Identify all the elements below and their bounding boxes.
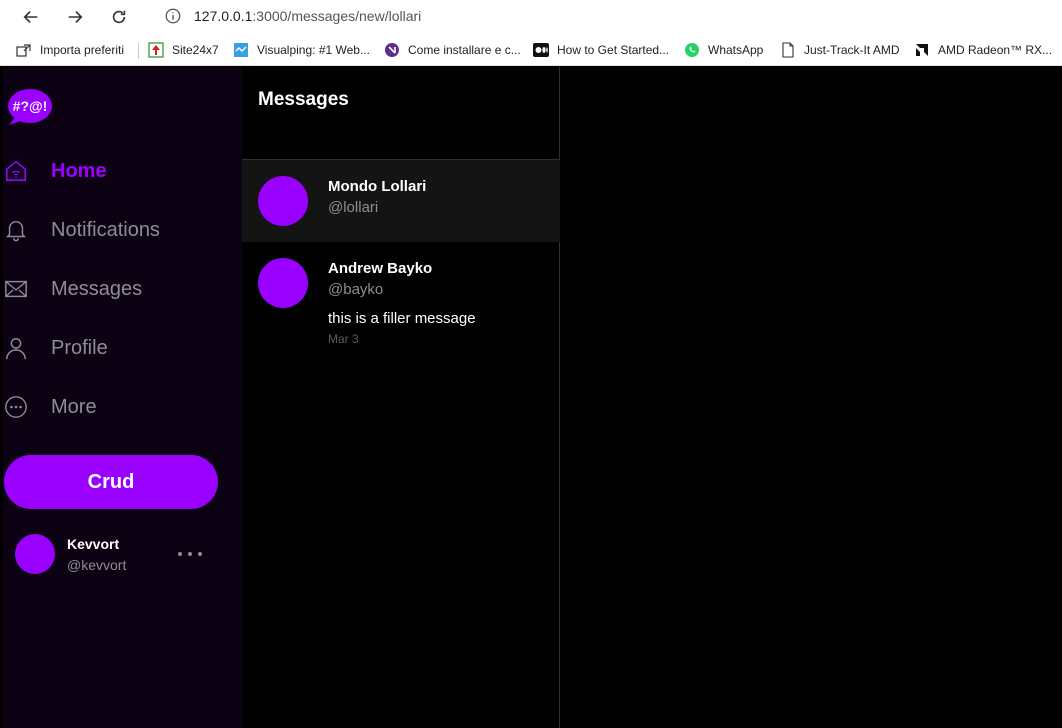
page-title: Messages — [258, 89, 349, 110]
site-icon — [384, 42, 400, 58]
sidebar-item-label: Home — [51, 159, 107, 182]
bookmarks-bar: Importa preferiti Site24x7 Visualping: #… — [0, 34, 1062, 66]
whatsapp-icon — [684, 42, 700, 58]
back-button[interactable] — [19, 5, 43, 29]
info-icon[interactable] — [164, 7, 182, 25]
bookmark-label: AMD Radeon™ RX... — [938, 43, 1053, 57]
import-icon — [16, 42, 32, 58]
bookmark-import[interactable]: Importa preferiti — [16, 40, 124, 60]
avatar — [258, 176, 308, 226]
home-icon — [3, 158, 29, 184]
conversation-handle: @lollari — [328, 199, 379, 216]
logo-bubble-icon: #?@! — [8, 89, 52, 125]
sidebar-item-notifications[interactable]: Notifications — [3, 210, 160, 250]
messages-panel: Messages Mondo Lollari @lollari Andrew B… — [242, 67, 560, 728]
bookmark-visualping[interactable]: Visualping: #1 Web... — [233, 40, 370, 60]
sidebar: #?@! Home Notifications Messages Profile… — [3, 67, 242, 728]
reload-button[interactable] — [107, 5, 131, 29]
bookmark-label: Site24x7 — [172, 43, 219, 57]
bookmark-how-to[interactable]: How to Get Started... — [533, 40, 669, 60]
sidebar-item-profile[interactable]: Profile — [3, 328, 108, 368]
reload-icon — [112, 10, 126, 24]
account-name: Kevvort — [67, 536, 120, 552]
conversation-preview: this is a filler message — [328, 310, 476, 327]
site24x7-icon — [148, 42, 164, 58]
sidebar-item-messages[interactable]: Messages — [3, 269, 142, 309]
conversation-date: Mar 3 — [328, 332, 359, 346]
account-handle: @kevvort — [67, 557, 127, 573]
conversation-item[interactable]: Andrew Bayko @bayko this is a filler mes… — [242, 242, 560, 352]
crud-button[interactable]: Crud — [4, 455, 218, 509]
envelope-icon — [3, 276, 29, 302]
svg-text:#?@!: #?@! — [13, 98, 48, 114]
visualping-icon — [233, 42, 249, 58]
url-text: 127.0.0.1:3000/messages/new/lollari — [194, 8, 421, 24]
arrow-left-icon — [23, 11, 38, 23]
bookmark-label: How to Get Started... — [557, 43, 670, 57]
conversation-name: Mondo Lollari — [328, 178, 427, 195]
sidebar-item-home[interactable]: Home — [3, 151, 107, 191]
browser-toolbar: 127.0.0.1:3000/messages/new/lollari — [0, 0, 1062, 34]
avatar — [15, 534, 55, 574]
sidebar-item-label: More — [51, 395, 97, 418]
url-path: :3000/messages/new/lollari — [252, 8, 422, 24]
more-horizontal-icon[interactable] — [178, 547, 202, 561]
conversation-handle: @bayko — [328, 281, 384, 298]
sidebar-item-label: Profile — [51, 336, 108, 359]
forward-button[interactable] — [63, 5, 87, 29]
app-root: #?@! Home Notifications Messages Profile… — [0, 67, 1062, 728]
url-host: 127.0.0.1 — [194, 8, 253, 24]
bookmark-just-track-it[interactable]: Just-Track-It AMD — [780, 40, 900, 60]
chat-pane — [561, 67, 1062, 728]
user-icon — [3, 335, 29, 361]
bookmark-whatsapp[interactable]: WhatsApp — [684, 40, 763, 60]
bookmark-label: Importa preferiti — [40, 43, 125, 57]
more-circle-icon — [3, 394, 29, 420]
page-icon — [780, 42, 796, 58]
logo[interactable]: #?@! — [5, 87, 53, 127]
address-bar[interactable]: 127.0.0.1:3000/messages/new/lollari — [148, 1, 1062, 31]
bookmark-label: WhatsApp — [708, 43, 764, 57]
bell-icon — [3, 217, 29, 243]
conversation-name: Andrew Bayko — [328, 260, 433, 277]
arrow-right-icon — [68, 11, 83, 23]
sidebar-item-more[interactable]: More — [3, 387, 97, 427]
bookmark-amd-radeon[interactable]: AMD Radeon™ RX... — [914, 40, 1052, 60]
bookmark-site24x7[interactable]: Site24x7 — [148, 40, 219, 60]
avatar — [258, 258, 308, 308]
amd-icon — [914, 42, 930, 58]
conversation-item[interactable]: Mondo Lollari @lollari — [242, 160, 560, 242]
bookmark-label: Come installare e c... — [408, 43, 521, 57]
medium-icon — [533, 42, 549, 58]
sidebar-item-label: Messages — [51, 277, 143, 300]
bookmark-come-installare[interactable]: Come installare e c... — [384, 40, 521, 60]
bookmark-label: Visualping: #1 Web... — [257, 43, 370, 57]
sidebar-item-label: Notifications — [51, 218, 160, 241]
bookmark-label: Just-Track-It AMD — [804, 43, 900, 57]
bookmarks-divider — [138, 43, 139, 59]
